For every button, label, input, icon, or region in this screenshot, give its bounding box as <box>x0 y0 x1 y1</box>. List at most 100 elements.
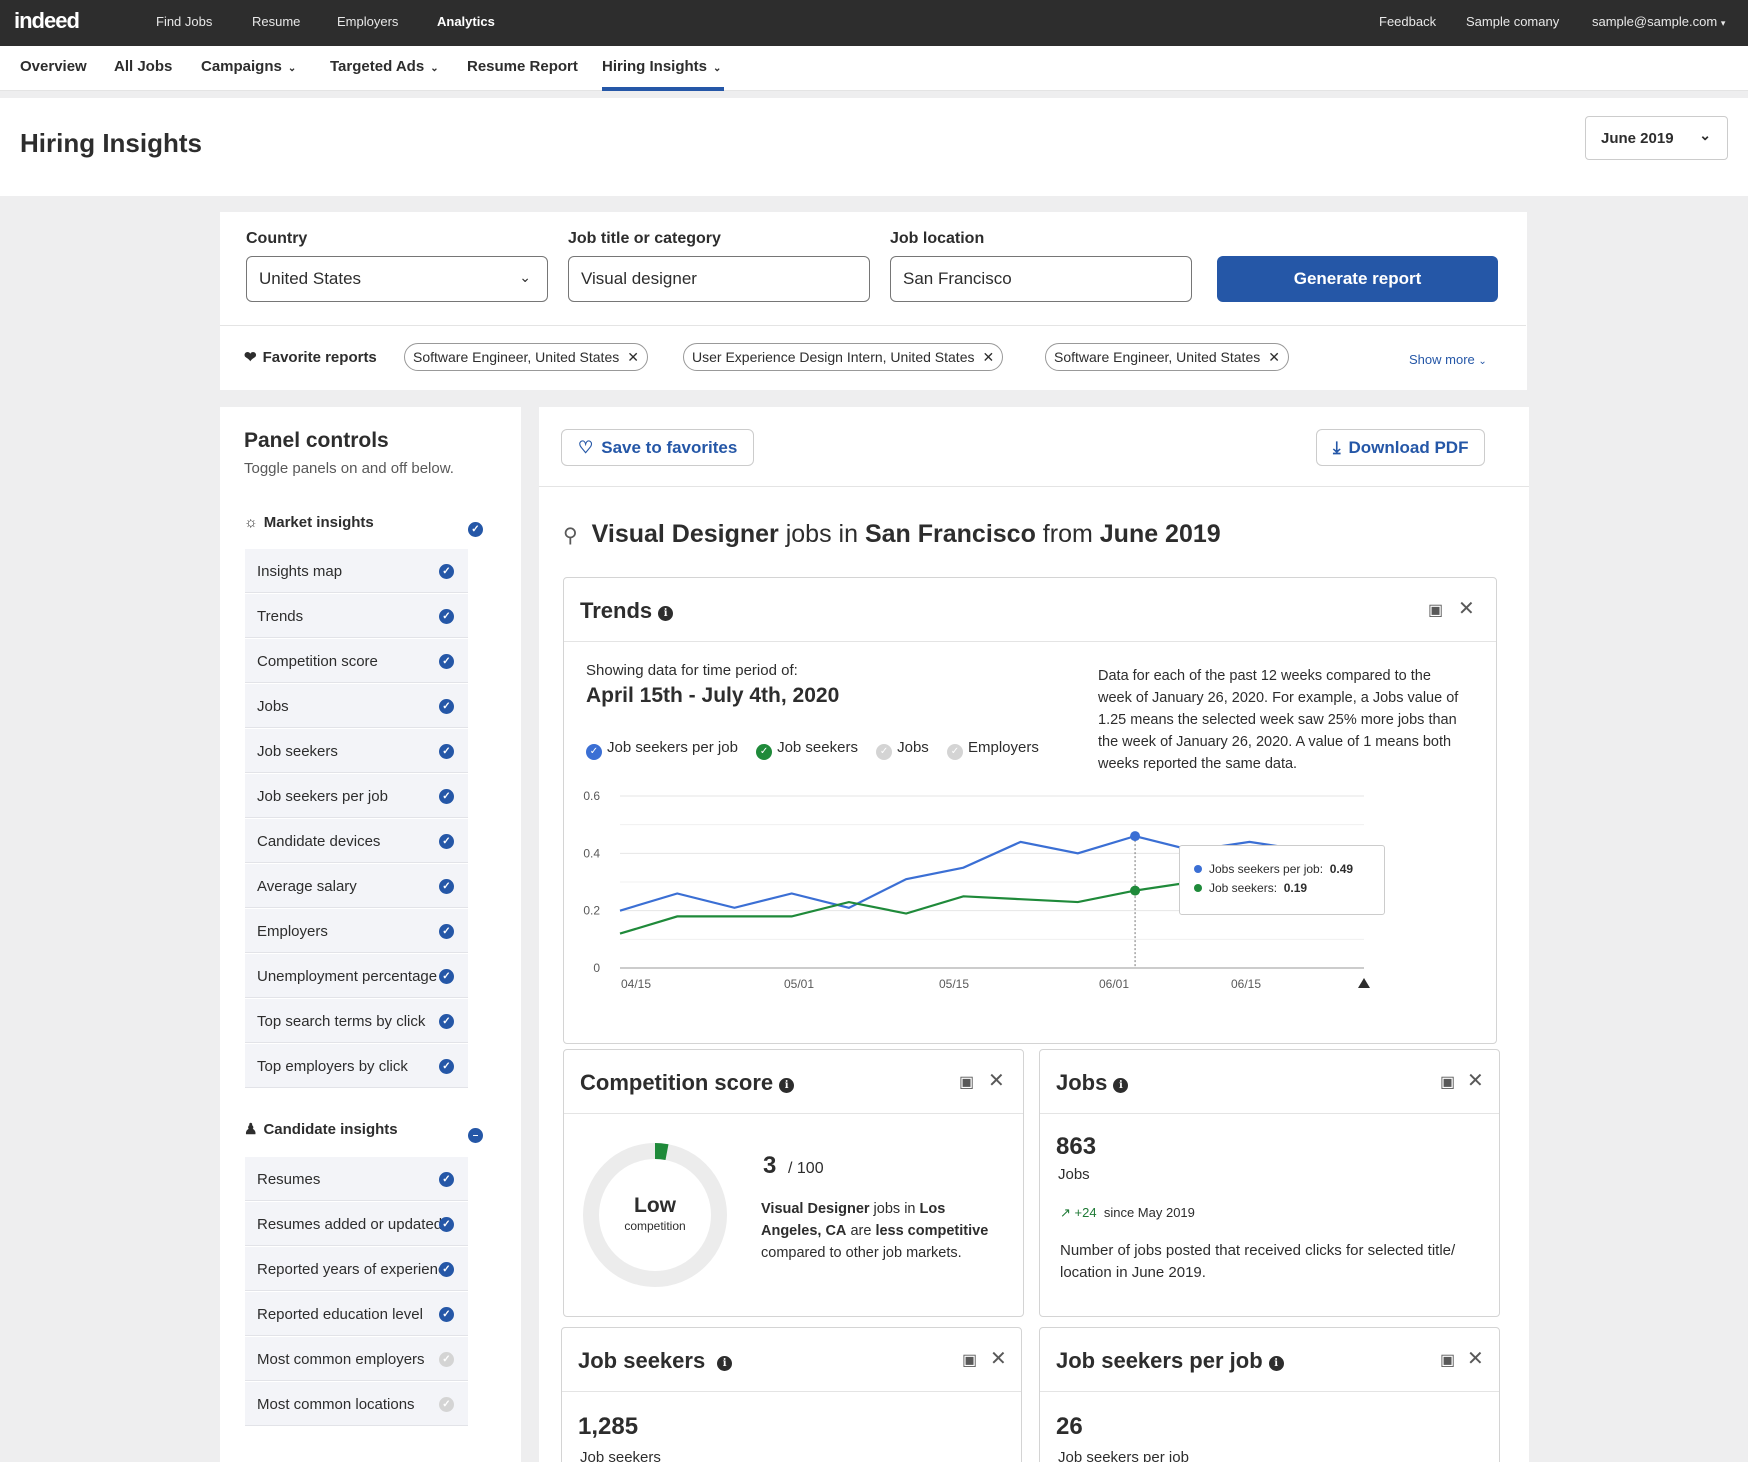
check-icon[interactable]: ✓ <box>439 1307 454 1322</box>
save-to-favorites-button[interactable]: ♡ Save to favorites <box>561 429 755 466</box>
close-icon[interactable]: ✕ <box>1458 596 1475 621</box>
legend-item[interactable]: ✓ Employers <box>946 739 1039 760</box>
panel-toggle-item[interactable]: Most common employers ✓ <box>245 1337 468 1381</box>
favorite-chip[interactable]: Software Engineer, United States ✕ <box>404 343 648 371</box>
panel-toggle-item[interactable]: Top employers by click ✓ <box>245 1044 468 1088</box>
tab-campaigns[interactable]: Campaigns ⌄ <box>201 58 296 75</box>
show-more-link[interactable]: Show more ⌄ <box>1409 352 1487 367</box>
panel-toggle-label: Reported education level <box>257 1306 423 1323</box>
generate-report-button[interactable]: Generate report <box>1217 256 1498 302</box>
legend-item[interactable]: ✓ Jobs <box>876 739 929 760</box>
nav-resume[interactable]: Resume <box>252 14 300 29</box>
panel-toggle-item[interactable]: Insights map ✓ <box>245 549 468 593</box>
info-icon[interactable]: i <box>1113 1078 1129 1093</box>
camera-icon[interactable]: ▣ <box>959 1072 974 1092</box>
info-icon[interactable]: i <box>717 1356 733 1371</box>
check-icon[interactable]: ✓ <box>439 969 454 984</box>
close-icon[interactable]: ✕ <box>627 349 639 365</box>
market-insights-group[interactable]: ☼ Market insights <box>244 514 374 531</box>
country-label: Country <box>246 230 308 247</box>
panel-toggle-item[interactable]: Reported years of experience ✓ <box>245 1247 468 1291</box>
check-icon[interactable]: ✓ <box>439 1352 454 1367</box>
panel-toggle-item[interactable]: Candidate devices ✓ <box>245 819 468 863</box>
check-icon[interactable]: ✓ <box>439 609 454 624</box>
info-icon[interactable]: i <box>779 1078 795 1093</box>
check-icon[interactable]: ✓ <box>439 1059 454 1074</box>
favorite-chip[interactable]: Software Engineer, United States ✕ <box>1045 343 1289 371</box>
trends-card: Trends i ▣ ✕ Showing data for time period… <box>563 577 1497 1044</box>
check-icon[interactable]: ✓ <box>439 744 454 759</box>
camera-icon[interactable]: ▣ <box>1440 1350 1455 1370</box>
chart-legend: ✓ Job seekers per job ✓ Job seekers ✓ Jobs … <box>586 739 1053 760</box>
panel-toggle-label: Resumes <box>257 1171 321 1188</box>
panel-toggle-item[interactable]: Jobs ✓ <box>245 684 468 728</box>
tab-all-jobs[interactable]: All Jobs <box>114 58 172 75</box>
check-icon[interactable]: ✓ <box>439 924 454 939</box>
job-title-input[interactable]: Visual designer <box>568 256 870 302</box>
tab-targeted-ads[interactable]: Targeted Ads ⌄ <box>330 58 439 75</box>
check-icon[interactable]: ✓ <box>439 699 454 714</box>
job-location-input[interactable]: San Francisco <box>890 256 1192 302</box>
tab-overview[interactable]: Overview <box>20 58 87 75</box>
nav-analytics[interactable]: Analytics <box>437 14 495 29</box>
panel-toggle-item[interactable]: Top search terms by click ✓ <box>245 999 468 1043</box>
tab-hiring-insights[interactable]: Hiring Insights ⌄ <box>602 58 721 75</box>
panel-toggle-item[interactable]: Reported education level ✓ <box>245 1292 468 1336</box>
tab-campaigns-label: Campaigns <box>201 58 282 75</box>
nav-employers[interactable]: Employers <box>337 14 398 29</box>
info-icon[interactable]: i <box>1268 1356 1284 1371</box>
close-icon[interactable]: ✕ <box>1268 349 1280 365</box>
favorite-chip-label: Software Engineer, United States <box>1054 349 1261 365</box>
panel-toggle-item[interactable]: Most common locations ✓ <box>245 1382 468 1426</box>
indeed-logo[interactable]: indeed <box>14 8 80 34</box>
candidate-insights-group[interactable]: ♟ Candidate insights <box>244 1120 398 1138</box>
info-icon[interactable]: i <box>658 606 674 621</box>
nav-feedback[interactable]: Feedback <box>1379 14 1436 29</box>
close-icon[interactable]: ✕ <box>990 1346 1007 1371</box>
camera-icon[interactable]: ▣ <box>1440 1072 1455 1092</box>
close-icon[interactable]: ✕ <box>1467 1068 1484 1093</box>
legend-label: Job seekers per job <box>607 739 738 756</box>
legend-item[interactable]: ✓ Job seekers per job <box>586 739 738 760</box>
seekers-per-job-label: Job seekers per job <box>1058 1449 1189 1462</box>
check-icon[interactable]: ✓ <box>439 789 454 804</box>
check-icon[interactable]: ✓ <box>439 834 454 849</box>
country-select[interactable]: United States ⌄ <box>246 256 548 302</box>
download-pdf-button[interactable]: ⤓ Download PDF <box>1316 429 1486 466</box>
y-tick-label: 0.2 <box>583 904 600 918</box>
camera-icon[interactable]: ▣ <box>962 1350 977 1370</box>
panel-toggle-item[interactable]: Employers ✓ <box>245 909 468 953</box>
panel-toggle-item[interactable]: Unemployment percentage ✓ <box>245 954 468 998</box>
check-icon[interactable]: ✓ <box>468 522 483 537</box>
check-icon[interactable]: ✓ <box>439 1397 454 1412</box>
panel-toggle-item[interactable]: Trends ✓ <box>245 594 468 638</box>
close-icon[interactable]: ✕ <box>988 1068 1005 1093</box>
month-select[interactable]: June 2019 ⌄ <box>1585 116 1728 160</box>
tab-resume-report[interactable]: Resume Report <box>467 58 578 75</box>
check-icon[interactable]: ✓ <box>439 1262 454 1277</box>
camera-icon[interactable]: ▣ <box>1428 600 1443 620</box>
nav-account[interactable]: sample@sample.com ▾ <box>1592 14 1725 29</box>
panel-toggle-item[interactable]: Average salary ✓ <box>245 864 468 908</box>
favorite-chip[interactable]: User Experience Design Intern, United St… <box>683 343 1004 371</box>
main-toolbar: ♡ Save to favorites ⤓ Download PDF <box>539 407 1529 487</box>
nav-company[interactable]: Sample comany <box>1466 14 1559 29</box>
check-icon[interactable]: ✓ <box>439 1172 454 1187</box>
check-icon[interactable]: ✓ <box>439 1014 454 1029</box>
close-icon[interactable]: ✕ <box>1467 1346 1484 1371</box>
check-icon[interactable]: ✓ <box>439 1217 454 1232</box>
panel-toggle-item[interactable]: Job seekers ✓ <box>245 729 468 773</box>
legend-item[interactable]: ✓ Job seekers <box>756 739 858 760</box>
panel-toggle-item[interactable]: Resumes added or updated ✓ <box>245 1202 468 1246</box>
nav-find-jobs[interactable]: Find Jobs <box>156 14 212 29</box>
close-icon[interactable]: ✕ <box>982 349 994 365</box>
panel-toggle-item[interactable]: Competition score ✓ <box>245 639 468 683</box>
check-icon[interactable]: ✓ <box>439 564 454 579</box>
check-icon[interactable]: ✓ <box>439 879 454 894</box>
panel-toggle-item[interactable]: Resumes ✓ <box>245 1157 468 1201</box>
panel-toggle-item[interactable]: Job seekers per job ✓ <box>245 774 468 818</box>
seekers-per-job-title: Job seekers per job i <box>1056 1348 1284 1374</box>
check-icon[interactable]: ✓ <box>439 654 454 669</box>
minus-icon[interactable]: – <box>468 1128 483 1143</box>
y-tick-label: 0 <box>593 961 600 975</box>
